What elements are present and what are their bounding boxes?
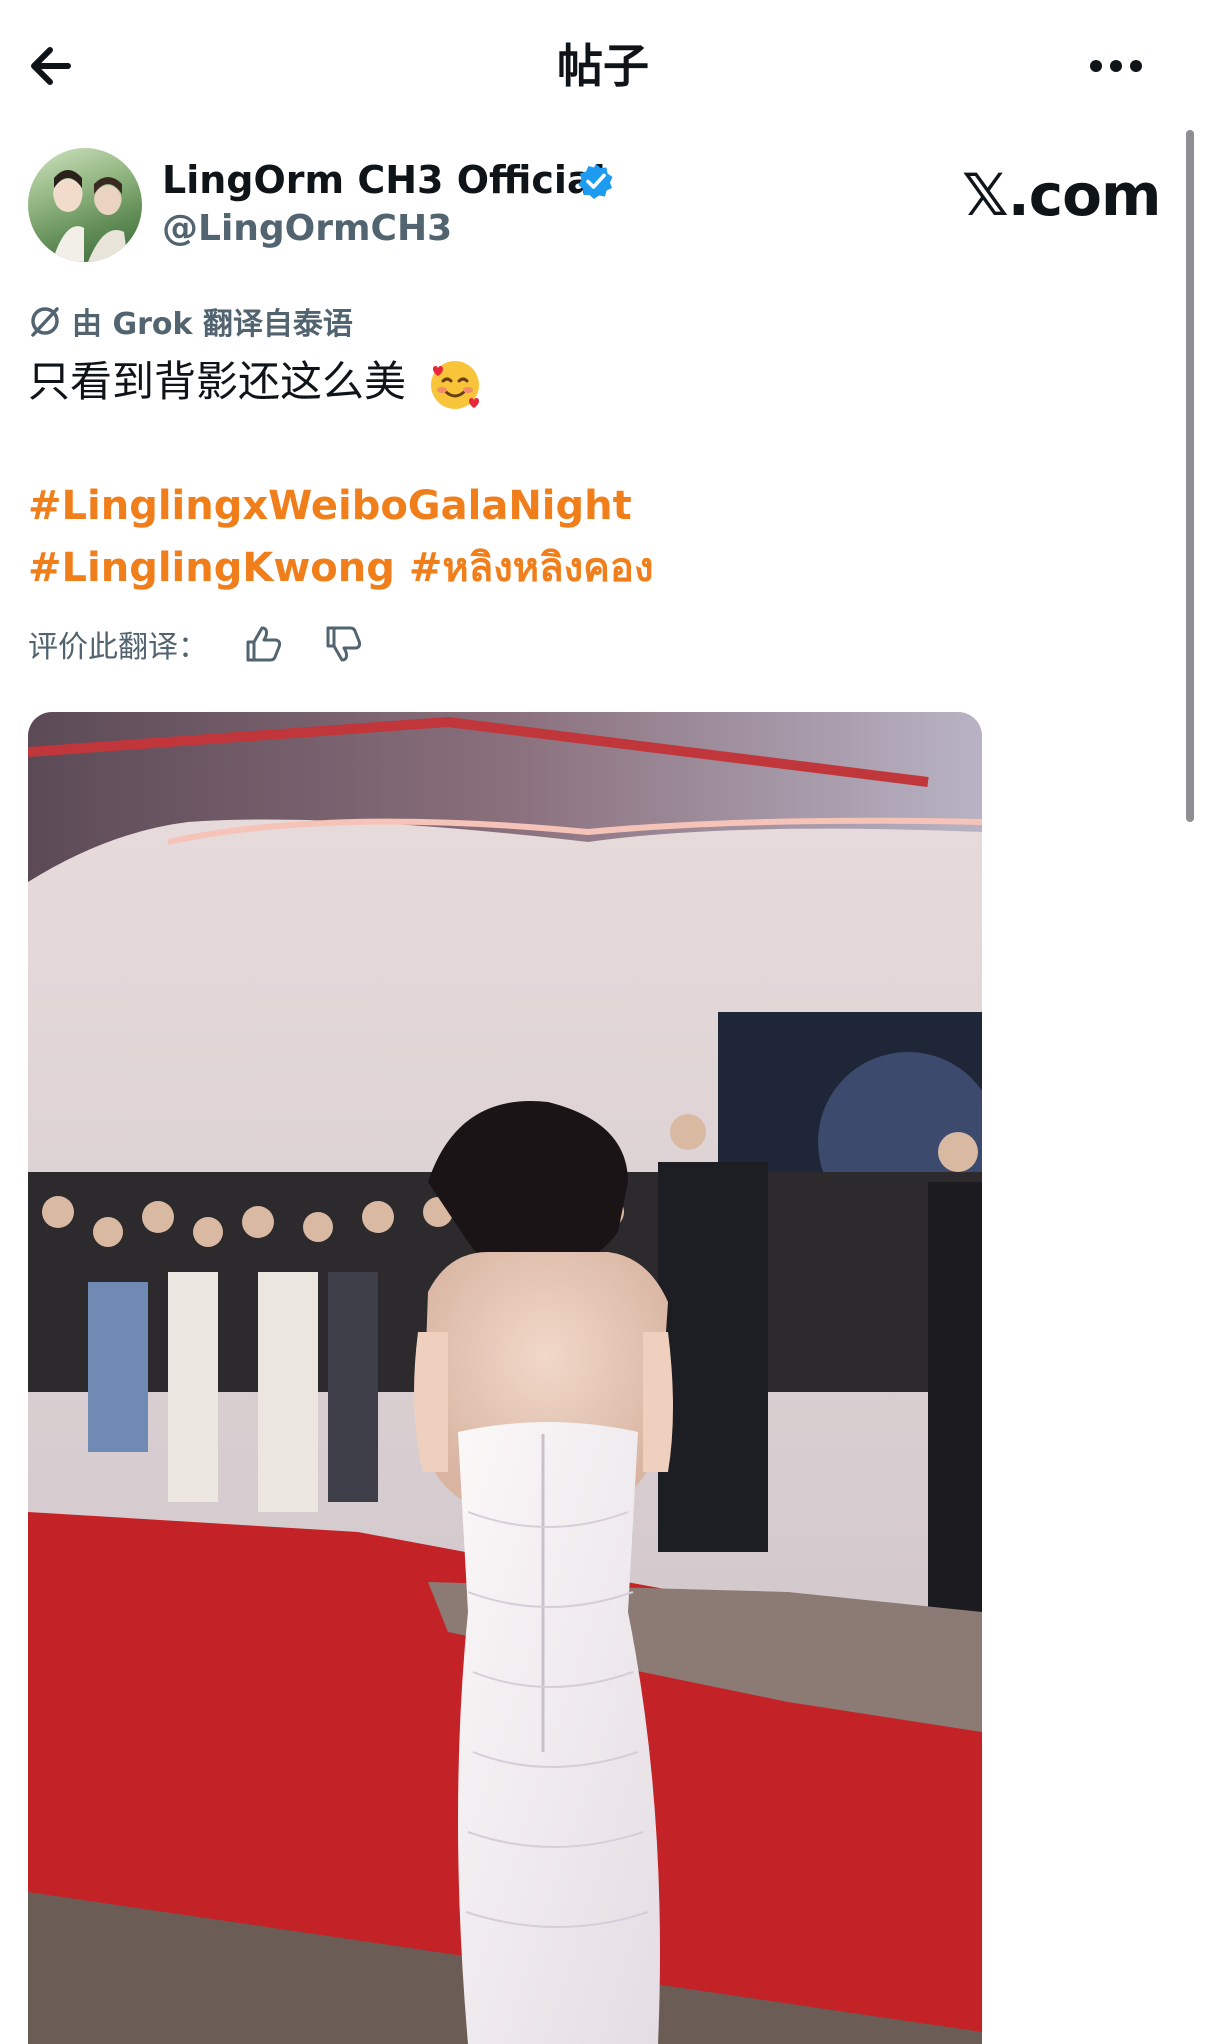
grok-icon (31, 307, 59, 337)
verified-badge-icon (577, 162, 615, 200)
post-text: 只看到背影还这么美 (28, 352, 483, 413)
rate-translation: 评价此翻译： (28, 616, 366, 672)
top-bar: 帖子 (0, 0, 1206, 130)
hashtag-line-1[interactable]: #LinglingxWeiboGalaNight (28, 478, 632, 534)
scrollbar[interactable] (1186, 130, 1194, 822)
author-handle[interactable]: @LingOrmCH3 (162, 206, 452, 252)
translation-note-text: 由 Grok 翻译自泰语 (72, 307, 353, 342)
more-horizontal-icon (1090, 60, 1142, 72)
page-title: 帖子 (557, 39, 649, 93)
more-options-button[interactable] (1086, 38, 1146, 94)
thumbs-down-icon[interactable] (322, 622, 366, 666)
post-photo[interactable] (28, 712, 982, 2044)
avatar[interactable] (28, 148, 142, 262)
hashtag-line-2[interactable]: #LinglingKwong #หลิงหลิงคอง (28, 540, 653, 596)
smiling-face-with-hearts-icon (431, 360, 480, 409)
author-display-name[interactable]: LingOrm CH3 Official (162, 156, 606, 204)
post-body: 只看到背影还这么美 (28, 357, 407, 406)
thumbs-up-icon[interactable] (242, 622, 286, 666)
translation-note[interactable]: 由 Grok 翻译自泰语 (28, 298, 353, 344)
rate-translation-label: 评价此翻译： (28, 630, 208, 665)
x-watermark: 𝕏.com (962, 161, 1161, 229)
